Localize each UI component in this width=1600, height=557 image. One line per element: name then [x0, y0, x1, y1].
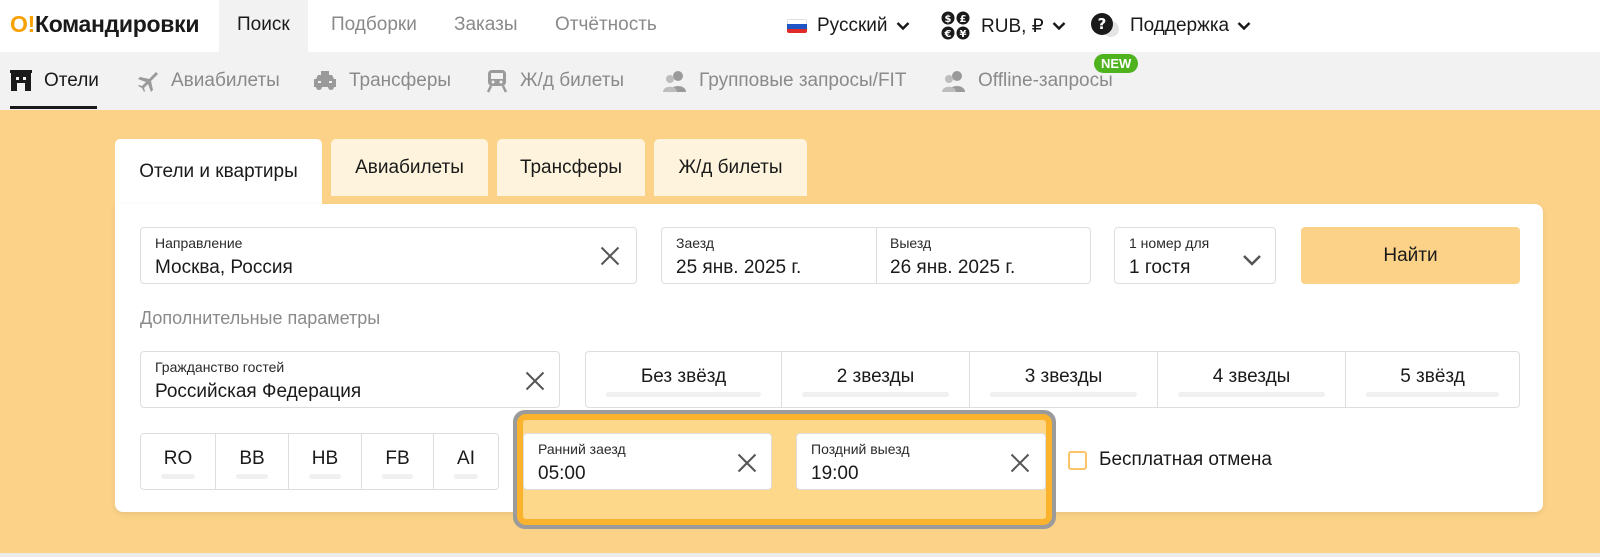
- product-trains[interactable]: Ж/д билеты: [486, 52, 624, 110]
- tab-flights[interactable]: Авиабилеты: [331, 139, 488, 196]
- bottom-strip: [0, 553, 1600, 557]
- stars-5[interactable]: 5 звёзд: [1346, 352, 1519, 407]
- product-hotels[interactable]: Отели: [10, 52, 99, 110]
- svg-text:€: €: [944, 29, 952, 40]
- support-icon: ?: [1091, 13, 1119, 37]
- checkin-value[interactable]: 25 янв. 2025 г.: [676, 257, 801, 279]
- stars-2[interactable]: 2 звезды: [782, 352, 970, 407]
- currency-selector[interactable]: $ £ € ¥ RUB, ₽: [941, 0, 1066, 52]
- late-checkout-value: 19:00: [811, 463, 859, 484]
- logo[interactable]: О!Командировки: [10, 11, 199, 38]
- airplane-icon: [138, 72, 158, 92]
- product-bar: Отели Авиабилеты Трансферы Ж/д билеты Гр…: [0, 52, 1600, 110]
- citizenship-value: Российская Федерация: [155, 381, 362, 402]
- russia-flag-icon: [787, 19, 807, 33]
- chevron-down-icon: [1243, 255, 1261, 266]
- meal-ro[interactable]: RO: [141, 434, 216, 489]
- nav-search[interactable]: Поиск: [219, 0, 308, 52]
- svg-text:?: ?: [1098, 15, 1107, 33]
- group-icon: [663, 71, 686, 92]
- clear-icon[interactable]: [1010, 453, 1030, 473]
- group-icon: [942, 71, 965, 92]
- chevron-down-icon: [1237, 22, 1251, 31]
- meal-fb[interactable]: FB: [362, 434, 434, 489]
- product-flights[interactable]: Авиабилеты: [135, 52, 280, 110]
- stars-filter: Без звёзд 2 звезды 3 звезды 4 звезды 5 з…: [585, 351, 1520, 408]
- active-product-underline: [10, 106, 97, 109]
- new-badge: NEW: [1094, 54, 1139, 73]
- train-icon: [486, 70, 508, 93]
- extra-params-label: Дополнительные параметры: [140, 308, 381, 328]
- nav-collections[interactable]: Подборки: [313, 0, 435, 52]
- top-bar: О!Командировки Поиск Подборки Заказы Отч…: [0, 0, 1600, 52]
- stars-3[interactable]: 3 звезды: [970, 352, 1158, 407]
- nav-reports[interactable]: Отчётность: [537, 0, 675, 52]
- nav-orders[interactable]: Заказы: [436, 0, 536, 52]
- svg-text:£: £: [960, 14, 967, 25]
- language-selector[interactable]: Русский: [787, 0, 910, 52]
- svg-text:¥: ¥: [960, 29, 967, 40]
- hotel-icon: [10, 70, 32, 91]
- tab-trains[interactable]: Ж/д билеты: [654, 139, 807, 196]
- meal-hb[interactable]: HB: [289, 434, 362, 489]
- chevron-down-icon: [896, 22, 909, 31]
- product-group-requests[interactable]: Групповые запросы/FIT: [663, 52, 906, 110]
- meal-ai[interactable]: AI: [434, 434, 498, 489]
- dates-field[interactable]: Заезд 25 янв. 2025 г. Выезд 26 янв. 2025…: [661, 227, 1091, 284]
- currency-icon: $ £ € ¥: [941, 11, 970, 40]
- svg-text:$: $: [945, 14, 952, 25]
- date-divider: [876, 228, 877, 283]
- taxi-icon: [314, 71, 336, 90]
- support-menu[interactable]: ? Поддержка: [1090, 0, 1251, 52]
- clear-icon[interactable]: [600, 246, 620, 266]
- chevron-down-icon: [1052, 22, 1066, 31]
- checkout-value[interactable]: 26 янв. 2025 г.: [890, 257, 1015, 279]
- clear-icon[interactable]: [737, 453, 757, 473]
- early-checkin-field[interactable]: Ранний заезд 05:00: [523, 433, 772, 490]
- stars-4[interactable]: 4 звезды: [1158, 352, 1346, 407]
- find-button[interactable]: Найти: [1301, 227, 1520, 284]
- meal-filter: RO BB HB FB AI: [140, 433, 499, 490]
- clear-icon[interactable]: [525, 371, 545, 391]
- tab-hotels-apartments[interactable]: Отели и квартиры: [115, 139, 322, 205]
- free-cancel-checkbox[interactable]: [1068, 450, 1087, 470]
- early-checkin-value: 05:00: [538, 463, 586, 484]
- meal-bb[interactable]: BB: [216, 434, 289, 489]
- product-transfers[interactable]: Трансферы: [313, 52, 451, 110]
- product-offline-requests[interactable]: Offline-запросы: [942, 52, 1113, 110]
- free-cancel-option[interactable]: Бесплатная отмена: [1068, 449, 1272, 471]
- direction-value: Москва, Россия: [155, 257, 293, 278]
- guests-select[interactable]: 1 номер для 1 гостя: [1114, 227, 1276, 284]
- citizenship-field[interactable]: Гражданство гостей Российская Федерация: [140, 351, 560, 408]
- direction-field[interactable]: Направление Москва, Россия: [140, 227, 637, 284]
- stars-none[interactable]: Без звёзд: [586, 352, 782, 407]
- tab-transfers[interactable]: Трансферы: [497, 139, 645, 196]
- late-checkout-field[interactable]: Поздний выезд 19:00: [796, 433, 1046, 490]
